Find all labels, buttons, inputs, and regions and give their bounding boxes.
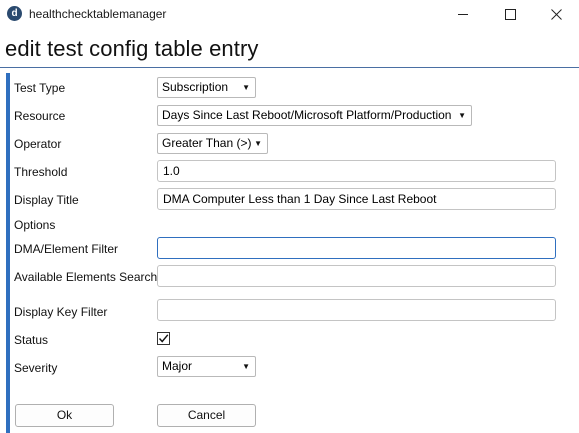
resource-select[interactable]: Days Since Last Reboot/Microsoft Platfor… [157, 105, 472, 126]
available-elements-search-label: Available Elements Search [14, 270, 158, 284]
close-button[interactable] [533, 0, 579, 28]
maximize-button[interactable] [487, 0, 533, 28]
dma-element-filter-label: DMA/Element Filter [14, 242, 119, 256]
dma-element-filter-input[interactable] [157, 237, 556, 259]
severity-value: Major [162, 359, 193, 373]
severity-select[interactable]: Major ▼ [157, 356, 256, 377]
checkmark-icon [158, 334, 169, 343]
test-type-select[interactable]: Subscription ▼ [157, 77, 256, 98]
status-checkbox[interactable] [157, 332, 170, 345]
window-title: healthchecktablemanager [29, 7, 167, 21]
available-elements-search-input[interactable] [157, 265, 556, 287]
app-logo-icon: d [7, 6, 22, 21]
chevron-down-icon: ▼ [242, 362, 250, 371]
resource-value: Days Since Last Reboot/Microsoft Platfor… [162, 108, 452, 122]
resource-label: Resource [14, 109, 66, 123]
chevron-down-icon: ▼ [254, 139, 262, 148]
options-label: Options [14, 218, 56, 232]
ok-button[interactable]: Ok [15, 404, 114, 427]
test-type-value: Subscription [162, 80, 229, 94]
test-type-label: Test Type [14, 81, 66, 95]
chevron-down-icon: ▼ [458, 111, 466, 120]
status-label: Status [14, 333, 49, 347]
window-titlebar: d healthchecktablemanager [0, 0, 579, 28]
cancel-button[interactable]: Cancel [157, 404, 256, 427]
operator-label: Operator [14, 137, 62, 151]
heading-divider [0, 67, 579, 68]
minimize-icon [458, 14, 468, 15]
form-accent-bar [6, 73, 10, 433]
page-title: edit test config table entry [5, 36, 259, 61]
severity-label: Severity [14, 361, 58, 375]
maximize-icon [505, 9, 516, 20]
display-title-input[interactable]: DMA Computer Less than 1 Day Since Last … [157, 188, 556, 210]
operator-select[interactable]: Greater Than (>) ▼ [157, 133, 268, 154]
close-icon [551, 9, 562, 20]
minimize-button[interactable] [440, 0, 486, 28]
display-key-filter-input[interactable] [157, 299, 556, 321]
threshold-label: Threshold [14, 165, 68, 179]
chevron-down-icon: ▼ [242, 83, 250, 92]
display-key-filter-label: Display Key Filter [14, 305, 108, 319]
display-title-label: Display Title [14, 193, 79, 207]
threshold-input[interactable]: 1.0 [157, 160, 556, 182]
operator-value: Greater Than (>) [162, 136, 252, 150]
